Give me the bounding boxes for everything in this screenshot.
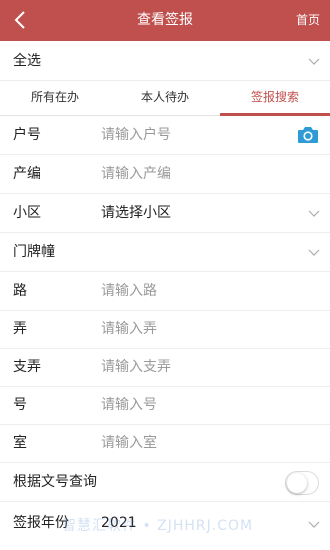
community-label: 小区 <box>13 205 41 221</box>
top-app-bar: 查看签报 首页 <box>0 0 330 41</box>
branch-lane-label: 支弄 <box>13 359 41 375</box>
page-title: 查看签报 <box>137 12 193 28</box>
year-label: 签报年份 <box>13 515 69 531</box>
tab-report-search[interactable]: 签报搜索 <box>220 81 330 116</box>
doc-query-row: 根据文号查询 <box>0 463 330 502</box>
select-all-row[interactable]: 全选 <box>0 41 330 81</box>
toggle-knob <box>287 473 307 493</box>
lane-input[interactable] <box>101 318 281 340</box>
room-input[interactable] <box>101 432 281 454</box>
number-input[interactable] <box>101 394 281 416</box>
room-label: 室 <box>13 435 27 451</box>
select-all-label: 全选 <box>13 53 41 69</box>
household-label: 户号 <box>13 127 41 143</box>
road-label: 路 <box>13 283 27 299</box>
room-field-row: 室 <box>0 424 330 463</box>
community-select[interactable]: 请选择小区 <box>101 194 171 233</box>
property-field-row: 产编 <box>0 155 330 194</box>
road-input[interactable] <box>101 280 281 302</box>
chevron-down-icon[interactable] <box>308 518 320 530</box>
door-plate-label: 门牌幢 <box>13 244 55 260</box>
home-link[interactable]: 首页 <box>296 0 320 41</box>
property-label: 产编 <box>13 166 41 182</box>
tab-all-in-progress[interactable]: 所有在办 <box>0 81 110 115</box>
doc-query-label: 根据文号查询 <box>13 474 97 490</box>
community-field-row[interactable]: 小区 请选择小区 <box>0 194 330 233</box>
lane-label: 弄 <box>13 321 27 337</box>
chevron-down-icon[interactable] <box>308 246 320 258</box>
number-label: 号 <box>13 397 27 413</box>
household-input[interactable] <box>101 124 281 146</box>
chevron-down-icon[interactable] <box>308 55 320 67</box>
door-plate-field-row[interactable]: 门牌幢 <box>0 233 330 272</box>
household-field-row: 户号 <box>0 116 330 155</box>
year-select[interactable]: 2021 <box>101 504 137 543</box>
tab-my-todo[interactable]: 本人待办 <box>110 81 220 115</box>
tab-bar: 所有在办 本人待办 签报搜索 <box>0 81 330 116</box>
number-field-row: 号 <box>0 386 330 425</box>
chevron-down-icon[interactable] <box>308 207 320 219</box>
lane-field-row: 弄 <box>0 310 330 349</box>
branch-lane-input[interactable] <box>101 356 281 378</box>
doc-query-toggle[interactable] <box>285 471 319 495</box>
branch-lane-field-row: 支弄 <box>0 348 330 387</box>
camera-icon[interactable] <box>297 125 319 145</box>
property-input[interactable] <box>101 163 281 185</box>
road-field-row: 路 <box>0 272 330 311</box>
year-field-row[interactable]: 签报年份 2021 <box>0 504 330 543</box>
